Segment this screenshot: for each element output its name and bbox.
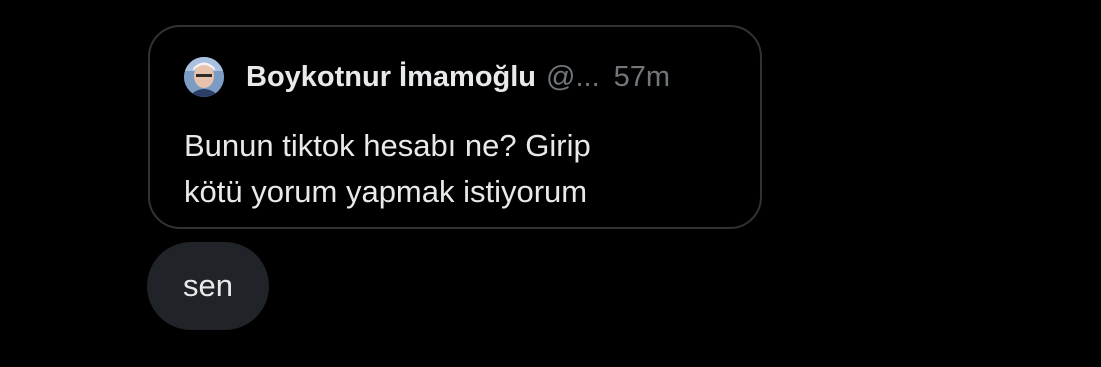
quoted-post-text-line-2: kötü yorum yapmak istiyorum	[184, 174, 588, 209]
quoted-post-text: Bunun tiktok hesabı ne? Girip kötü yorum…	[184, 123, 744, 215]
quoted-post-header: Boykotnur İmamoğlu @... 57m	[184, 57, 670, 97]
reply-message-bubble[interactable]: sen	[147, 242, 269, 330]
author-display-name[interactable]: Boykotnur İmamoğlu	[246, 61, 536, 94]
post-timestamp[interactable]: 57m	[614, 61, 670, 94]
quoted-post-text-line-1: Bunun tiktok hesabı ne? Girip	[184, 128, 591, 163]
quoted-post-card[interactable]: Boykotnur İmamoğlu @... 57m Bunun tiktok…	[148, 25, 762, 229]
author-handle[interactable]: @...	[546, 61, 600, 94]
profile-photo-icon	[184, 57, 224, 97]
avatar[interactable]	[184, 57, 224, 97]
reply-message-text: sen	[183, 268, 233, 303]
